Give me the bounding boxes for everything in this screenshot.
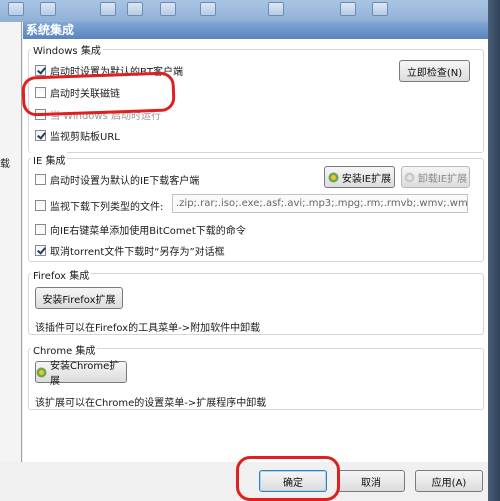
windows-group-title: Windows 集成 <box>31 42 103 57</box>
tree-label-fragment: 载 <box>0 159 10 170</box>
toolbar-icon[interactable] <box>8 2 24 16</box>
options-tree-panel: 载 <box>0 22 22 462</box>
chrome-extension-icon <box>36 367 47 378</box>
ie-option-cancel-saveas[interactable]: 取消torrent文件下载时“另存为”对话框 <box>35 242 225 258</box>
option-label: 取消torrent文件下载时“另存为”对话框 <box>50 246 225 258</box>
ie-option-default[interactable]: 启动时设置为默认的IE下载客户端 <box>35 171 199 187</box>
background-window-edge <box>488 0 500 501</box>
windows-option-clipboard[interactable]: 监视剪贴板URL <box>35 127 120 143</box>
window-title-strip <box>0 0 500 22</box>
toolbar-icon[interactable] <box>200 2 216 16</box>
option-label: 监视剪贴板URL <box>50 131 120 143</box>
checkbox[interactable] <box>35 199 46 211</box>
button-label: 安装IE扩展 <box>341 173 392 185</box>
file-types-input[interactable]: .zip;.rar;.iso;.exe;.asf;.avi;.mp3;.mpg;… <box>172 194 468 213</box>
ie-option-monitor-types[interactable]: 监视下载下列类型的文件: <box>35 197 163 213</box>
toolbar-icon[interactable] <box>100 2 116 16</box>
button-label: 安装Chrome扩展 <box>50 361 120 387</box>
install-firefox-extension-button[interactable]: 安装Firefox扩展 <box>35 287 123 309</box>
option-label: 启动时设置为默认的IE下载客户端 <box>50 175 200 187</box>
option-label: 向IE右键菜单添加使用BitComet下载的命令 <box>50 225 246 237</box>
checkbox[interactable] <box>35 129 46 141</box>
highlight-annotation <box>236 456 340 501</box>
toolbar-icon[interactable] <box>40 2 56 16</box>
ie-group-title: IE 集成 <box>31 152 68 167</box>
section-header: 系统集成 <box>23 22 488 39</box>
option-label: 监视下载下列类型的文件: <box>50 201 164 213</box>
apply-button[interactable]: 应用(A) <box>415 470 483 492</box>
chrome-note: 该扩展可以在Chrome的设置菜单->扩展程序中卸载 <box>35 398 267 409</box>
check-now-button[interactable]: 立即检查(N) <box>399 60 470 82</box>
ie-extension-icon <box>328 172 339 183</box>
uninstall-ie-extension-button[interactable]: 卸载IE扩展 <box>401 166 470 188</box>
checkbox[interactable] <box>35 244 46 256</box>
ie-extension-icon <box>404 172 415 183</box>
toolbar-icon[interactable] <box>160 2 176 16</box>
toolbar-icon[interactable] <box>268 2 284 16</box>
firefox-group-title: Firefox 集成 <box>31 267 92 282</box>
install-chrome-extension-button[interactable]: 安装Chrome扩展 <box>35 361 127 387</box>
install-ie-extension-button[interactable]: 安装IE扩展 <box>324 166 395 188</box>
cancel-button[interactable]: 取消 <box>337 470 405 492</box>
checkbox[interactable] <box>35 223 46 235</box>
toolbar-icon[interactable] <box>372 2 388 16</box>
ie-option-context-menu[interactable]: 向IE右键菜单添加使用BitComet下载的命令 <box>35 221 246 237</box>
checkbox[interactable] <box>35 64 46 76</box>
firefox-note: 该插件可以在Firefox的工具菜单->附加软件中卸载 <box>35 323 261 334</box>
toolbar-icon[interactable] <box>340 2 356 16</box>
highlight-annotation <box>21 71 176 117</box>
toolbar-icon[interactable] <box>127 2 143 16</box>
checkbox[interactable] <box>35 173 46 185</box>
button-label: 卸载IE扩展 <box>417 173 468 185</box>
chrome-group-title: Chrome 集成 <box>31 342 98 357</box>
